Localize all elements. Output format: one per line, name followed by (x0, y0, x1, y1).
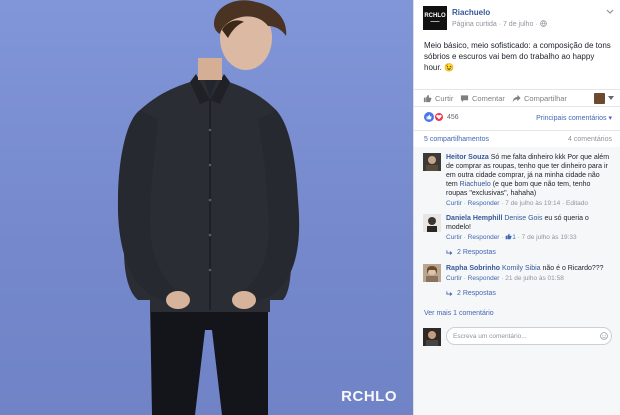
globe-icon (539, 20, 547, 27)
comment-author[interactable]: Daniela Hemphill (446, 215, 502, 222)
page-name[interactable]: Riachuelo (452, 8, 490, 17)
comment-icon (460, 95, 469, 103)
avatar (594, 93, 605, 104)
share-as-selector[interactable] (594, 93, 614, 104)
comment-like-link[interactable]: Curtir (446, 200, 462, 207)
post-text: Meio básico, meio sofisticado: a composi… (424, 41, 611, 72)
comment-meta: Curtir · Responder · 1 · 7 de julho às 1… (446, 233, 577, 241)
emoji-icon[interactable] (600, 332, 608, 340)
chevron-down-icon[interactable] (606, 8, 614, 17)
comment-mention[interactable]: Denise Gois (504, 215, 542, 222)
comment-like-link[interactable]: Curtir (446, 234, 462, 241)
comment-timestamp[interactable]: 7 de julho às 19:33 (522, 234, 577, 241)
avatar[interactable] (423, 214, 441, 232)
view-replies-link[interactable]: 2 Respostas (446, 290, 496, 297)
thumbs-up-icon (423, 94, 432, 103)
caret-down-icon (608, 96, 614, 100)
post-header: RCHLO ▬▬▬ Riachuelo Página curtida · 7 d… (422, 6, 614, 32)
comment-timestamp[interactable]: 21 de julho às 01:58 (505, 275, 564, 282)
comments-section: Heitor Souza Só me falta dinheiro kkk Po… (414, 147, 620, 415)
divider (414, 130, 620, 131)
post-actions-bar: Curtir Comentar Compartilhar (414, 89, 620, 107)
comment-meta: Curtir · Responder · 7 de julho às 19:14… (446, 200, 589, 207)
post-panel: RCHLO ▬▬▬ Riachuelo Página curtida · 7 d… (413, 0, 620, 415)
love-reaction-icon (434, 112, 444, 122)
share-arrow-icon (512, 94, 521, 103)
brand-watermark: RCHLO (341, 388, 397, 405)
comment-input[interactable] (446, 327, 612, 345)
like-reaction-icon (424, 112, 434, 122)
comment-text: não é o Ricardo??? (540, 265, 604, 272)
comment-timestamp[interactable]: 7 de julho às 19:14 (505, 200, 560, 207)
page-logo[interactable]: RCHLO ▬▬▬ (423, 6, 447, 30)
reply-arrow-icon (446, 290, 453, 296)
edited-label[interactable]: Editado (566, 200, 588, 207)
comments-count[interactable]: 4 comentários (568, 136, 612, 143)
shares-count[interactable]: 5 compartilhamentos (424, 136, 489, 143)
share-button[interactable]: Compartilhar (512, 94, 567, 103)
avatar[interactable] (423, 153, 441, 171)
comment-author[interactable]: Heitor Souza (446, 154, 489, 161)
reactions-summary[interactable]: 456 (424, 112, 459, 122)
comment-author[interactable]: Rapha Sobrinho (446, 265, 500, 272)
reply-arrow-icon (446, 249, 453, 255)
post-photo[interactable]: RCHLO (0, 0, 413, 415)
comment-composer (423, 327, 613, 347)
comment-like-link[interactable]: Curtir (446, 275, 462, 282)
model-figure (117, 0, 300, 415)
avatar (423, 328, 441, 346)
post-meta: Página curtida · 7 de julho · (452, 20, 547, 28)
comment-likes-count[interactable]: 1 (505, 233, 516, 241)
view-replies-link[interactable]: 2 Respostas (446, 249, 496, 256)
comment-reply-link[interactable]: Responder (468, 275, 500, 282)
view-more-comments-link[interactable]: Ver mais 1 comentário (424, 310, 494, 317)
like-button[interactable]: Curtir (423, 94, 453, 103)
reaction-count: 456 (447, 113, 459, 121)
comment-reply-link[interactable]: Responder (468, 234, 500, 241)
comment-mention[interactable]: Komily Sibia (502, 265, 541, 272)
comment-reply-link[interactable]: Responder (468, 200, 500, 207)
comment-mention[interactable]: Riachuelo (460, 181, 491, 188)
comment-sort-dropdown[interactable]: Principais comentários ▾ (536, 114, 612, 122)
comment-meta: Curtir · Responder · 21 de julho às 01:5… (446, 275, 564, 282)
comment-button[interactable]: Comentar (460, 94, 505, 103)
avatar[interactable] (423, 264, 441, 282)
